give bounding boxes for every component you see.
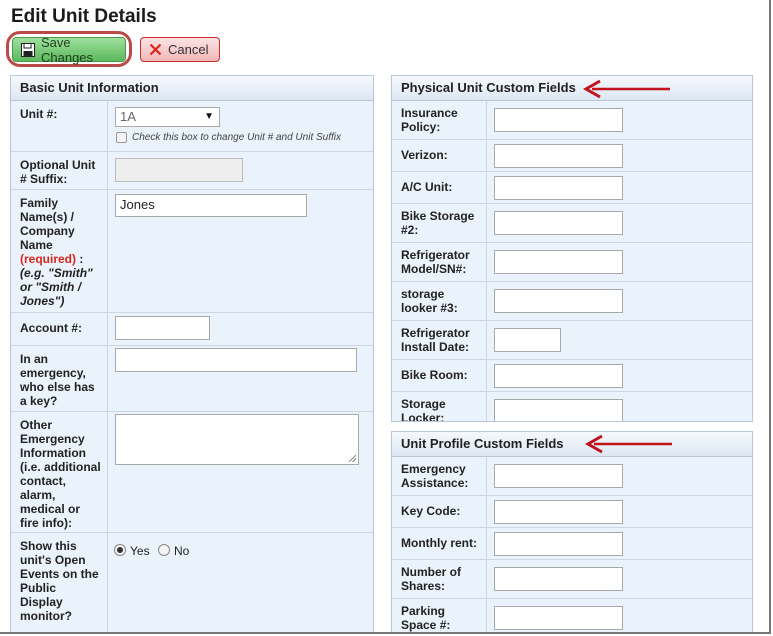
custom-field-input[interactable] xyxy=(494,500,623,524)
save-button-label: Save Changes xyxy=(41,34,94,65)
custom-field-row: Verizon: xyxy=(392,140,752,172)
custom-field-row: Insurance Policy: xyxy=(392,101,752,140)
custom-field-input[interactable] xyxy=(494,250,623,274)
field-label: Parking Space #: xyxy=(401,604,451,632)
panel-title: Physical Unit Custom Fields xyxy=(392,76,752,101)
cancel-button[interactable]: Cancel xyxy=(140,37,220,62)
field-label: Number of Shares: xyxy=(401,565,461,593)
custom-field-row: Emergency Assistance: xyxy=(392,457,752,496)
custom-field-input[interactable] xyxy=(494,606,623,630)
emergency-key-input[interactable] xyxy=(115,348,357,372)
custom-field-input[interactable] xyxy=(494,364,623,388)
field-label: Storage Locker: xyxy=(401,397,446,422)
panel-title: Unit Profile Custom Fields xyxy=(392,432,752,457)
change-unit-checkbox[interactable] xyxy=(116,132,127,143)
account-row: Account #: xyxy=(11,313,373,346)
required-marker: (required) xyxy=(20,252,77,266)
custom-field-row: A/C Unit: xyxy=(392,172,752,204)
page-title: Edit Unit Details xyxy=(11,6,157,27)
field-label: In an emergency, who else has a key? xyxy=(20,352,95,408)
field-label: Optional Unit # Suffix: xyxy=(20,158,96,186)
field-label: storage looker #3: xyxy=(401,287,458,315)
unit-suffix-input[interactable] xyxy=(115,158,243,182)
show-events-row: Show this unit's Open Events on the Publ… xyxy=(11,533,373,632)
show-events-no-radio[interactable] xyxy=(158,544,170,556)
custom-field-row: Bike Storage #2: xyxy=(392,204,752,243)
field-label: Unit #: xyxy=(20,107,58,121)
field-label: Refrigerator Install Date: xyxy=(401,326,470,354)
chevron-down-icon: ▼ xyxy=(204,111,214,122)
save-button[interactable]: Save Changes xyxy=(12,34,126,65)
panel-title: Basic Unit Information xyxy=(11,76,373,101)
custom-field-row: Refrigerator Install Date: xyxy=(392,321,752,360)
field-label: Verizon: xyxy=(401,148,448,162)
custom-field-input[interactable] xyxy=(494,464,623,488)
field-label: Other Emergency Information (i.e. additi… xyxy=(20,418,101,530)
field-label: Monthly rent: xyxy=(401,536,477,550)
custom-field-input[interactable] xyxy=(494,567,623,591)
resize-grip-icon[interactable] xyxy=(349,455,356,462)
field-label: Refrigerator Model/SN#: xyxy=(401,248,470,276)
family-name-input[interactable]: Jones xyxy=(115,194,307,217)
custom-field-input[interactable] xyxy=(494,289,623,313)
family-name-row: Family Name(s) / Company Name (required)… xyxy=(11,190,373,313)
basic-info-panel: Basic Unit Information Unit #: 1A ▼ Chec… xyxy=(10,75,374,632)
field-label: A/C Unit: xyxy=(401,180,453,194)
custom-field-input[interactable] xyxy=(494,399,623,421)
select-value: 1A xyxy=(120,109,136,124)
custom-field-input[interactable] xyxy=(494,328,561,352)
field-label: Show this unit's Open Events on the Publ… xyxy=(20,539,99,623)
custom-field-row: storage looker #3: xyxy=(392,282,752,321)
custom-field-row: Key Code: xyxy=(392,496,752,528)
suffix-row: Optional Unit # Suffix: xyxy=(11,152,373,190)
other-emergency-textarea[interactable] xyxy=(115,414,359,465)
no-label: No xyxy=(174,544,190,558)
floppy-disk-icon xyxy=(21,42,35,57)
custom-field-input[interactable] xyxy=(494,108,623,132)
checkbox-label: Check this box to change Unit # and Unit… xyxy=(132,132,342,143)
custom-field-input[interactable] xyxy=(494,176,623,200)
custom-field-row: Refrigerator Model/SN#: xyxy=(392,243,752,282)
red-arrow-icon xyxy=(582,79,670,99)
field-label: Account #: xyxy=(20,321,83,335)
custom-field-row: Monthly rent: xyxy=(392,528,752,560)
custom-field-row: Number of Shares: xyxy=(392,560,752,599)
account-number-input[interactable] xyxy=(115,316,210,340)
other-emergency-row: Other Emergency Information (i.e. additi… xyxy=(11,412,373,533)
unit-number-row: Unit #: 1A ▼ Check this box to change Un… xyxy=(11,101,373,152)
window-frame: Edit Unit Details Save Changes Cancel Ba… xyxy=(0,0,771,634)
cancel-button-label: Cancel xyxy=(168,42,209,57)
field-label: Bike Storage #2: xyxy=(401,209,475,237)
show-events-yes-radio[interactable] xyxy=(114,544,126,556)
custom-field-row: Parking Space #: xyxy=(392,599,752,632)
field-label: Family Name(s) / Company Name (required)… xyxy=(20,196,93,308)
physical-fields-panel: Physical Unit Custom Fields Insurance Pol… xyxy=(391,75,753,422)
field-label: Emergency Assistance: xyxy=(401,462,469,490)
custom-field-row: Storage Locker: xyxy=(392,392,752,422)
emergency-key-row: In an emergency, who else has a key? xyxy=(11,346,373,412)
field-label: Insurance Policy: xyxy=(401,106,458,134)
yes-label: Yes xyxy=(130,544,150,558)
field-label: Bike Room: xyxy=(401,368,468,382)
field-label: Key Code: xyxy=(401,504,461,518)
unit-number-select[interactable]: 1A ▼ xyxy=(115,107,220,127)
close-icon xyxy=(149,43,162,56)
red-arrow-icon xyxy=(584,434,672,454)
profile-fields-panel: Unit Profile Custom Fields Emergency Assi… xyxy=(391,431,753,632)
custom-field-input[interactable] xyxy=(494,532,623,556)
custom-field-input[interactable] xyxy=(494,211,623,235)
custom-field-row: Bike Room: xyxy=(392,360,752,392)
custom-field-input[interactable] xyxy=(494,144,623,168)
